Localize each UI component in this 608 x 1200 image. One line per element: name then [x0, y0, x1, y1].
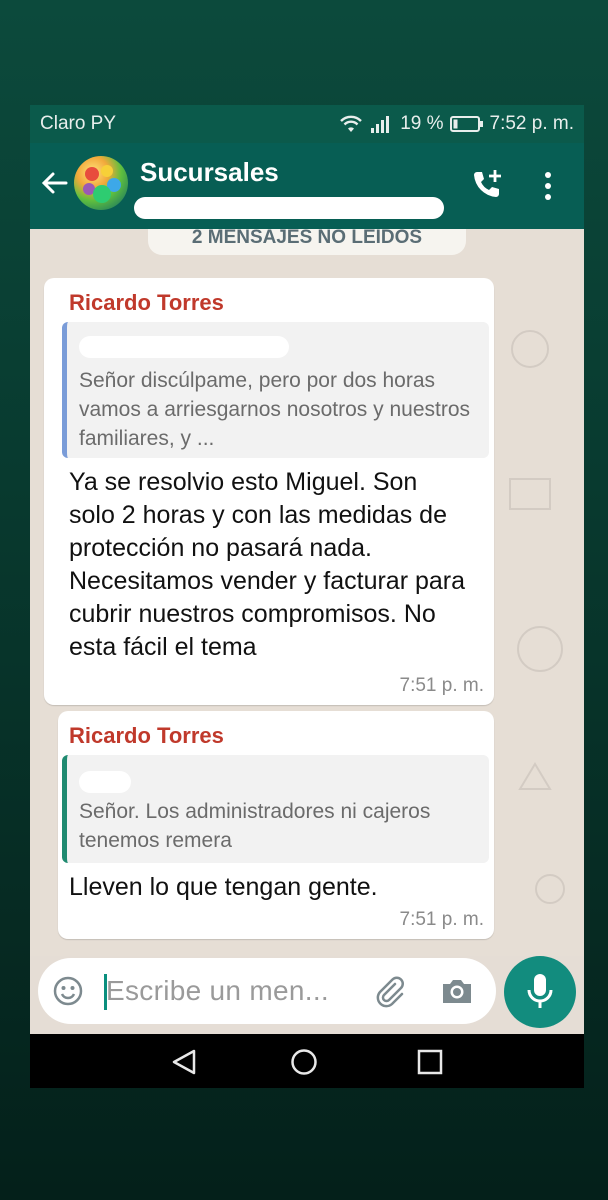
chat-area[interactable]: 2 MENSAJES NO LEIDOS Ricardo Torres Seño…: [30, 229, 584, 956]
message-time: 7:51 p. m.: [399, 909, 485, 930]
message-composer[interactable]: Escribe un men...: [38, 958, 496, 1024]
signal-icon: [371, 116, 390, 133]
quoted-message[interactable]: Señor discúlpame, pero por dos horas vam…: [62, 322, 489, 458]
chat-header: Sucursales: [30, 143, 584, 229]
message-input[interactable]: Escribe un men...: [106, 975, 329, 1007]
redacted-participants: [134, 197, 444, 219]
emoji-icon[interactable]: [52, 975, 84, 1007]
quoted-message[interactable]: Señor. Los administradores ni cajeros te…: [62, 755, 489, 863]
message-text: Lleven lo que tengan gente.: [69, 873, 378, 901]
sender-name: Ricardo Torres: [69, 290, 224, 315]
message-text: Ya se resolvio esto Miguel. Son solo 2 h…: [69, 468, 466, 661]
wifi-icon: [340, 115, 363, 132]
group-avatar[interactable]: [74, 156, 128, 210]
camera-icon[interactable]: [440, 976, 474, 1006]
quoted-text: Señor. Los administradores ni cajeros te…: [79, 800, 431, 852]
chat-title[interactable]: Sucursales: [140, 157, 279, 188]
battery-icon: [449, 116, 483, 132]
avatar-image-icon: [83, 165, 121, 203]
back-arrow-icon[interactable]: [40, 168, 68, 198]
nav-home-icon[interactable]: [290, 1048, 318, 1076]
more-options-icon[interactable]: [538, 169, 558, 203]
quoted-text: Señor discúlpame, pero por dos horas vam…: [79, 369, 471, 450]
redacted-quote-author: [79, 336, 289, 358]
voice-message-button[interactable]: [504, 956, 576, 1028]
nav-recent-apps-icon[interactable]: [417, 1049, 443, 1075]
unread-messages-banner: 2 MENSAJES NO LEIDOS: [148, 229, 466, 255]
sender-name: Ricardo Torres: [69, 723, 224, 748]
microphone-icon: [527, 974, 553, 1008]
message-bubble[interactable]: Ricardo Torres Señor. Los administradore…: [58, 711, 494, 939]
add-call-icon[interactable]: [468, 167, 504, 203]
status-bar: Claro PY 19 % 7:52 p. m.: [30, 105, 584, 143]
status-icons: 19 % 7:52 p. m.: [338, 113, 574, 135]
clock: 7:52 p. m.: [489, 113, 575, 134]
attach-icon[interactable]: [373, 975, 407, 1009]
nav-back-icon[interactable]: [170, 1048, 198, 1076]
system-navigation-bar: [30, 1034, 584, 1088]
redacted-quote-author: [79, 771, 131, 793]
message-time: 7:51 p. m.: [399, 675, 485, 696]
carrier-label: Claro PY: [40, 113, 117, 134]
phone-screen: Claro PY 19 % 7:52 p. m. Sucursales 2 ME…: [30, 105, 584, 1088]
message-bubble[interactable]: Ricardo Torres Señor discúlpame, pero po…: [44, 278, 494, 705]
battery-percent: 19 %: [400, 113, 444, 134]
